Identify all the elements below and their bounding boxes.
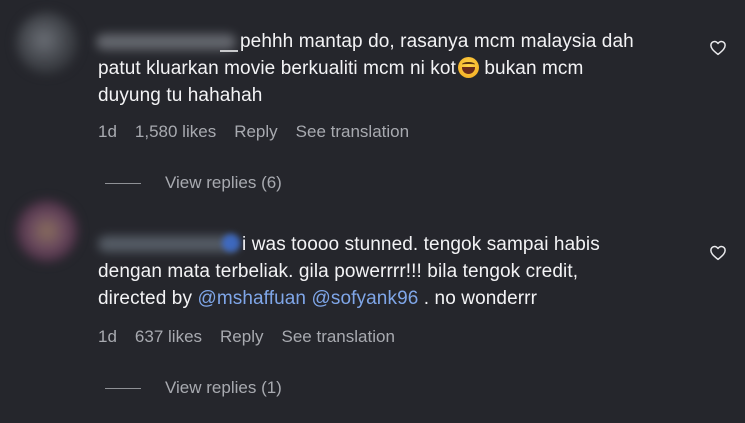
reply-button[interactable]: Reply	[234, 121, 277, 143]
comment-line-part: bukan mcm	[484, 58, 584, 79]
likes-count[interactable]: 637 likes	[135, 326, 202, 348]
mention-link[interactable]: @sofyank96	[312, 288, 419, 309]
comment-time: 1d	[98, 327, 117, 346]
comment-text: pehhh mantap do, rasanya mcm malaysia da…	[98, 28, 678, 109]
comment-line: duyung tu hahahah	[98, 85, 263, 106]
comment-time: 1d	[98, 122, 117, 141]
comment-line-part: . no wonderrr	[423, 288, 538, 309]
mention-link[interactable]: @mshaffuan	[197, 288, 306, 309]
comment-meta: 1d 637 likes Reply See translation	[98, 326, 395, 348]
view-replies-label: View replies (6)	[165, 173, 282, 192]
comment-line: patut kluarkan movie berkualiti mcm ni k…	[98, 55, 678, 82]
view-replies-label: View replies (1)	[165, 378, 282, 397]
heart-outline-icon[interactable]	[709, 39, 727, 57]
avatar[interactable]	[16, 200, 78, 262]
comment-line: pehhh mantap do, rasanya mcm malaysia da…	[240, 31, 634, 52]
view-replies-button[interactable]: View replies (6)	[105, 173, 282, 193]
comment-line-part: directed by	[98, 288, 193, 309]
comment-line-part: patut kluarkan movie berkualiti mcm ni k…	[98, 58, 456, 79]
comment-line: directed by @mshaffuan @sofyank96 . no w…	[98, 285, 678, 312]
likes-count[interactable]: 1,580 likes	[135, 121, 216, 143]
avatar[interactable]	[16, 12, 78, 74]
comment-text: i was toooo stunned. tengok sampai habis…	[98, 231, 678, 312]
reply-button[interactable]: Reply	[220, 326, 263, 348]
comment-meta: 1d 1,580 likes Reply See translation	[98, 121, 409, 143]
view-replies-button[interactable]: View replies (1)	[105, 378, 282, 398]
see-translation-button[interactable]: See translation	[282, 326, 395, 348]
laughing-emoji-icon	[457, 57, 479, 78]
replies-divider	[105, 182, 141, 184]
comment-line: dengan mata terbeliak. gila powerrrr!!! …	[98, 261, 579, 282]
see-translation-button[interactable]: See translation	[296, 121, 409, 143]
replies-divider	[105, 387, 141, 389]
heart-outline-icon[interactable]	[709, 244, 727, 262]
comment-line: i was toooo stunned. tengok sampai habis	[242, 234, 600, 255]
